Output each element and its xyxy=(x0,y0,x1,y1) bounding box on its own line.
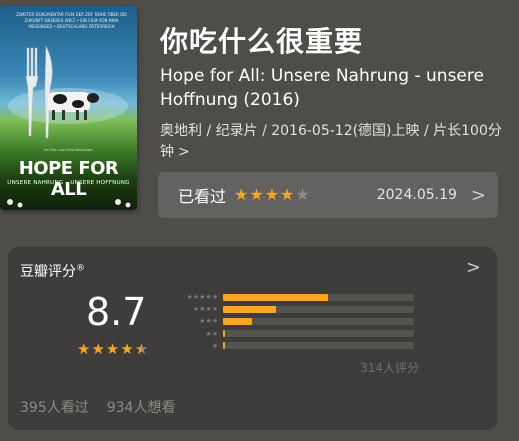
movie-poster[interactable]: Zweiter Dokumentar Film der ZDF Reihe üb… xyxy=(0,6,137,210)
distribution-row: ★★ xyxy=(173,328,423,340)
poster-subtitle: UNSERE NAHRUNG – UNSERE HOFFNUNG xyxy=(7,180,130,186)
poster-tagline: Zweiter Dokumentar Film der ZDF Reihe üb… xyxy=(16,12,127,29)
distribution-row: ★★★ xyxy=(173,315,423,327)
distribution-row: ★ xyxy=(173,340,423,352)
movie-meta[interactable]: 奥地利 / 纪录片 / 2016-05-12(德国)上映 / 片长100分钟 > xyxy=(160,121,505,163)
star-icon: ★ xyxy=(134,340,149,358)
watched-count[interactable]: 395人看过 xyxy=(20,397,89,417)
poster-credit: Ein Film von Nina Messinger xyxy=(43,148,94,152)
poster-title: HOPE FOR ALL xyxy=(18,158,119,200)
chevron-right-icon[interactable]: > xyxy=(466,257,481,278)
watched-date: 2024.05.19 xyxy=(376,187,457,203)
rating-count[interactable]: 314人评分 xyxy=(360,359,419,376)
distribution-bar-fill xyxy=(223,293,329,301)
movie-original-title: Hope for All: Unsere Nahrung - unsere Ho… xyxy=(160,66,484,110)
star-icon: ★ xyxy=(249,185,264,204)
distribution-bar-fill xyxy=(223,317,252,325)
chevron-right-icon: > xyxy=(178,144,190,160)
my-rating-stars: ★ ★ ★ ★ ★ xyxy=(234,187,310,203)
rating-score: 8.7 xyxy=(86,290,147,334)
distribution-bar-track xyxy=(223,317,414,325)
star-icon: ★ xyxy=(264,185,280,204)
star-icon: ★ xyxy=(77,340,91,358)
distribution-bar-fill xyxy=(223,305,277,313)
movie-meta-text: 奥地利 / 纪录片 / 2016-05-12(德国)上映 / 片长100分钟 xyxy=(160,123,502,160)
star-icon: ★ xyxy=(105,340,120,358)
distribution-row: ★★★★ xyxy=(173,303,423,315)
registered-mark: ® xyxy=(76,263,85,274)
rating-distribution: ★★★★★ ★★★★ ★★★ ★★ ★ xyxy=(173,291,423,352)
my-rating-card[interactable]: 已看过 ★ ★ ★ ★ ★ 2024.05.19 > xyxy=(158,172,498,218)
star-icon: ★ xyxy=(280,185,295,204)
rating-stars: ★ ★ ★ ★ ★ xyxy=(77,342,148,357)
distribution-bar-track xyxy=(223,305,414,313)
rating-footer: 395人看过 934人想看 xyxy=(20,397,175,417)
distribution-bar-fill xyxy=(223,330,225,338)
douban-rating-card[interactable]: 豆瓣评分® > 8.7 ★ ★ ★ ★ ★ ★★★★★ ★★★★ ★★★ ★★ ★ 314人评分… xyxy=(8,247,497,430)
star-icon: ★ xyxy=(295,185,310,204)
distribution-row: ★★★★★ xyxy=(173,291,423,303)
distribution-stars-label: ★★★ xyxy=(199,317,218,326)
watched-label: 已看过 xyxy=(178,187,227,206)
distribution-bar-track xyxy=(223,342,414,350)
distribution-stars-label: ★★ xyxy=(205,329,218,338)
movie-title: 你吃什么很重要 xyxy=(160,25,364,58)
distribution-bar-track xyxy=(223,293,414,301)
rating-title-text: 豆瓣评分 xyxy=(20,264,76,280)
want-count[interactable]: 934人想看 xyxy=(107,397,176,417)
distribution-stars-label: ★★★★ xyxy=(192,305,218,314)
chevron-right-icon: > xyxy=(470,184,486,206)
star-icon: ★ xyxy=(120,340,134,358)
star-icon: ★ xyxy=(91,340,105,358)
rating-title: 豆瓣评分® xyxy=(20,261,85,281)
distribution-stars-label: ★★★★★ xyxy=(186,293,218,302)
distribution-bar-track xyxy=(223,330,414,338)
star-icon: ★ xyxy=(234,185,249,204)
distribution-bar-fill xyxy=(223,342,225,350)
distribution-stars-label: ★ xyxy=(211,341,218,350)
